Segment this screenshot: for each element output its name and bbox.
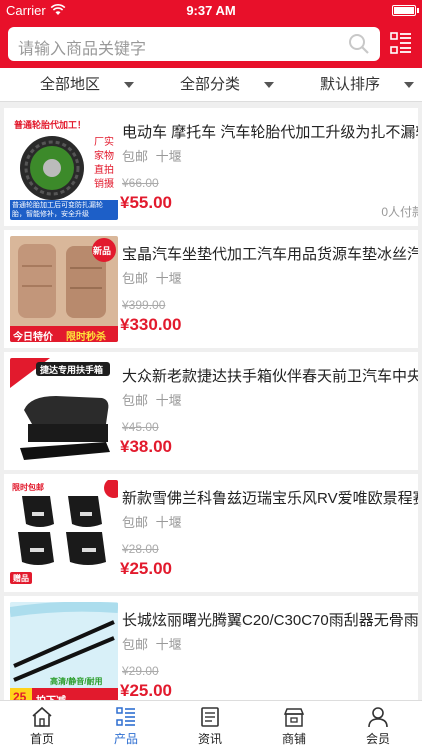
home-icon — [32, 706, 52, 727]
shipping-label: 包邮 — [122, 393, 149, 408]
original-price: ¥28.00 — [122, 542, 159, 556]
shipping-label: 包邮 — [122, 637, 149, 652]
news-icon — [201, 707, 219, 727]
image-caption-right: 限时秒杀 — [66, 332, 106, 342]
filter-category[interactable]: 全部分类 — [180, 68, 280, 102]
location-label: 十堰 — [155, 637, 182, 652]
side-text-line: 销摄 — [94, 179, 114, 190]
status-time: 9:37 AM — [186, 3, 236, 18]
product-price: ¥25.00 — [120, 559, 172, 578]
member-icon — [368, 707, 388, 728]
tab-products-label: 产品 — [113, 732, 138, 746]
tab-member[interactable]: 会员 — [336, 701, 420, 750]
side-text-line: 家物 — [94, 151, 114, 162]
search-placeholder: 请输入商品关键字 — [18, 41, 147, 58]
location-label: 十堰 — [155, 393, 182, 408]
status-bar: Carrier 9:37 AM — [0, 0, 422, 22]
filter-bar: 全部地区 全部分类 默认排序 — [0, 68, 422, 102]
product-meta: 包邮 十堰 — [122, 512, 182, 531]
product-title[interactable]: 大众新老款捷达扶手箱伙伴春天前卫汽车中央扶手箱 — [122, 365, 418, 386]
tab-news-label: 资讯 — [197, 732, 222, 746]
filter-sort-label: 默认排序 — [320, 76, 381, 93]
tab-home[interactable]: 首页 — [0, 701, 84, 750]
product-card[interactable]: 普通轮胎代加工！ 厂实 家物 直拍 销摄 普通轮胎加工后可变防扎漏轮胎，智能修补… — [4, 108, 418, 226]
filter-category-label: 全部分类 — [180, 76, 241, 93]
tab-home-label: 首页 — [29, 732, 54, 746]
tab-news[interactable]: 资讯 — [168, 701, 252, 750]
original-price: ¥45.00 — [122, 420, 159, 434]
product-list: 普通轮胎代加工！ 厂实 家物 直拍 销摄 普通轮胎加工后可变防扎漏轮胎，智能修补… — [0, 102, 422, 700]
tab-member-label: 会员 — [365, 732, 390, 746]
product-price: ¥25.00 — [120, 681, 172, 700]
caret-down-icon — [264, 82, 274, 88]
image-badge-number: 25 — [13, 690, 27, 700]
filter-sort[interactable]: 默认排序 — [320, 68, 420, 102]
tab-shop-label: 商铺 — [281, 732, 306, 746]
original-price: ¥66.00 — [122, 176, 159, 190]
product-card[interactable]: 捷达专用扶手箱 大众新老款捷达扶手箱伙伴春天前卫汽车中央扶手箱 包邮 十堰 ¥4… — [4, 352, 418, 470]
product-meta: 包邮 十堰 — [122, 390, 182, 409]
image-badge: 限时包邮 — [12, 483, 44, 492]
caret-down-icon — [404, 82, 414, 88]
list-menu-icon[interactable] — [390, 31, 412, 55]
shipping-label: 包邮 — [122, 515, 149, 530]
filter-region[interactable]: 全部地区 — [40, 68, 140, 102]
product-image-armrest-box[interactable]: 捷达专用扶手箱 — [10, 358, 118, 464]
product-price: ¥55.00 — [120, 193, 172, 212]
product-card[interactable]: 高清/静音/耐用 25 拍下减 长城炫丽曙光腾翼C20/C30C70雨刮器无骨雨… — [4, 596, 418, 700]
image-badge: 新品 — [93, 246, 112, 256]
product-image-wiper[interactable]: 高清/静音/耐用 25 拍下减 — [10, 602, 118, 700]
product-meta: 包邮 十堰 — [122, 634, 182, 653]
image-tag: 赠品 — [13, 574, 29, 583]
image-caption-top: 普通轮胎代加工！ — [14, 120, 87, 130]
side-text-line: 直拍 — [94, 165, 114, 176]
shipping-label: 包邮 — [122, 271, 149, 286]
product-image-seat-cushion[interactable]: 新品 今日特价 限时秒杀 — [10, 236, 118, 342]
image-badge: 捷达专用扶手箱 — [40, 365, 104, 375]
image-badge: 拍下减 — [36, 692, 66, 700]
image-side-text: 厂实 家物 直拍 销摄 — [92, 136, 116, 192]
image-caption-bottom: 普通轮胎加工后可变防扎漏轮胎，智能修补，安全升级 — [12, 202, 103, 218]
product-meta: 包邮 十堰 — [122, 146, 182, 165]
location-label: 十堰 — [155, 515, 182, 530]
product-image-mudflap[interactable]: 限时包邮 赠品 — [10, 480, 118, 586]
product-card[interactable]: 限时包邮 赠品 新款雪佛兰科鲁兹迈瑞宝乐风RV爱唯欧景程赛欧挡泥板 包邮 十堰 … — [4, 474, 418, 592]
product-title[interactable]: 电动车 摩托车 汽车轮胎代加工升级为扎不漏轮胎 — [122, 121, 418, 142]
app-header: Carrier 9:37 AM 请输入商品关键字 — [0, 0, 422, 68]
original-price: ¥29.00 — [122, 664, 159, 678]
location-label: 十堰 — [155, 149, 182, 164]
filter-region-label: 全部地区 — [40, 76, 101, 93]
location-label: 十堰 — [155, 271, 182, 286]
search-bar[interactable]: 请输入商品关键字 — [8, 27, 380, 61]
sold-count: 0人付款 — [381, 205, 418, 219]
tab-products[interactable]: 产品 — [84, 701, 168, 750]
image-caption-left: 今日特价 — [13, 332, 53, 342]
product-card[interactable]: 新品 今日特价 限时秒杀 宝晶汽车坐垫代加工汽车用品货源车垫冰丝汽车坐垫 包邮 … — [4, 230, 418, 348]
battery-icon — [392, 5, 419, 16]
side-text-line: 厂实 — [94, 137, 114, 148]
shipping-label: 包邮 — [122, 149, 149, 164]
product-meta: 包邮 十堰 — [122, 268, 182, 287]
search-icon[interactable] — [348, 33, 370, 55]
original-price: ¥399.00 — [122, 298, 166, 312]
product-image-tire[interactable]: 普通轮胎代加工！ 厂实 家物 直拍 销摄 普通轮胎加工后可变防扎漏轮胎，智能修补… — [10, 114, 118, 220]
caret-down-icon — [124, 82, 134, 88]
product-title[interactable]: 长城炫丽曙光腾翼C20/C30C70雨刮器无骨雨刷片 — [122, 609, 418, 630]
product-title[interactable]: 宝晶汽车坐垫代加工汽车用品货源车垫冰丝汽车坐垫 — [122, 243, 418, 264]
product-list-icon — [116, 707, 135, 726]
tab-bar: 首页 产品 资讯 商铺 会员 — [0, 700, 422, 750]
product-price: ¥330.00 — [120, 315, 182, 334]
image-text: 高清/静音/耐用 — [50, 677, 103, 686]
product-title[interactable]: 新款雪佛兰科鲁兹迈瑞宝乐风RV爱唯欧景程赛欧挡泥板 — [122, 487, 418, 508]
product-price: ¥38.00 — [120, 437, 172, 456]
shop-icon — [283, 708, 305, 727]
mudflap-icon — [10, 480, 118, 586]
tab-shop[interactable]: 商铺 — [252, 701, 336, 750]
